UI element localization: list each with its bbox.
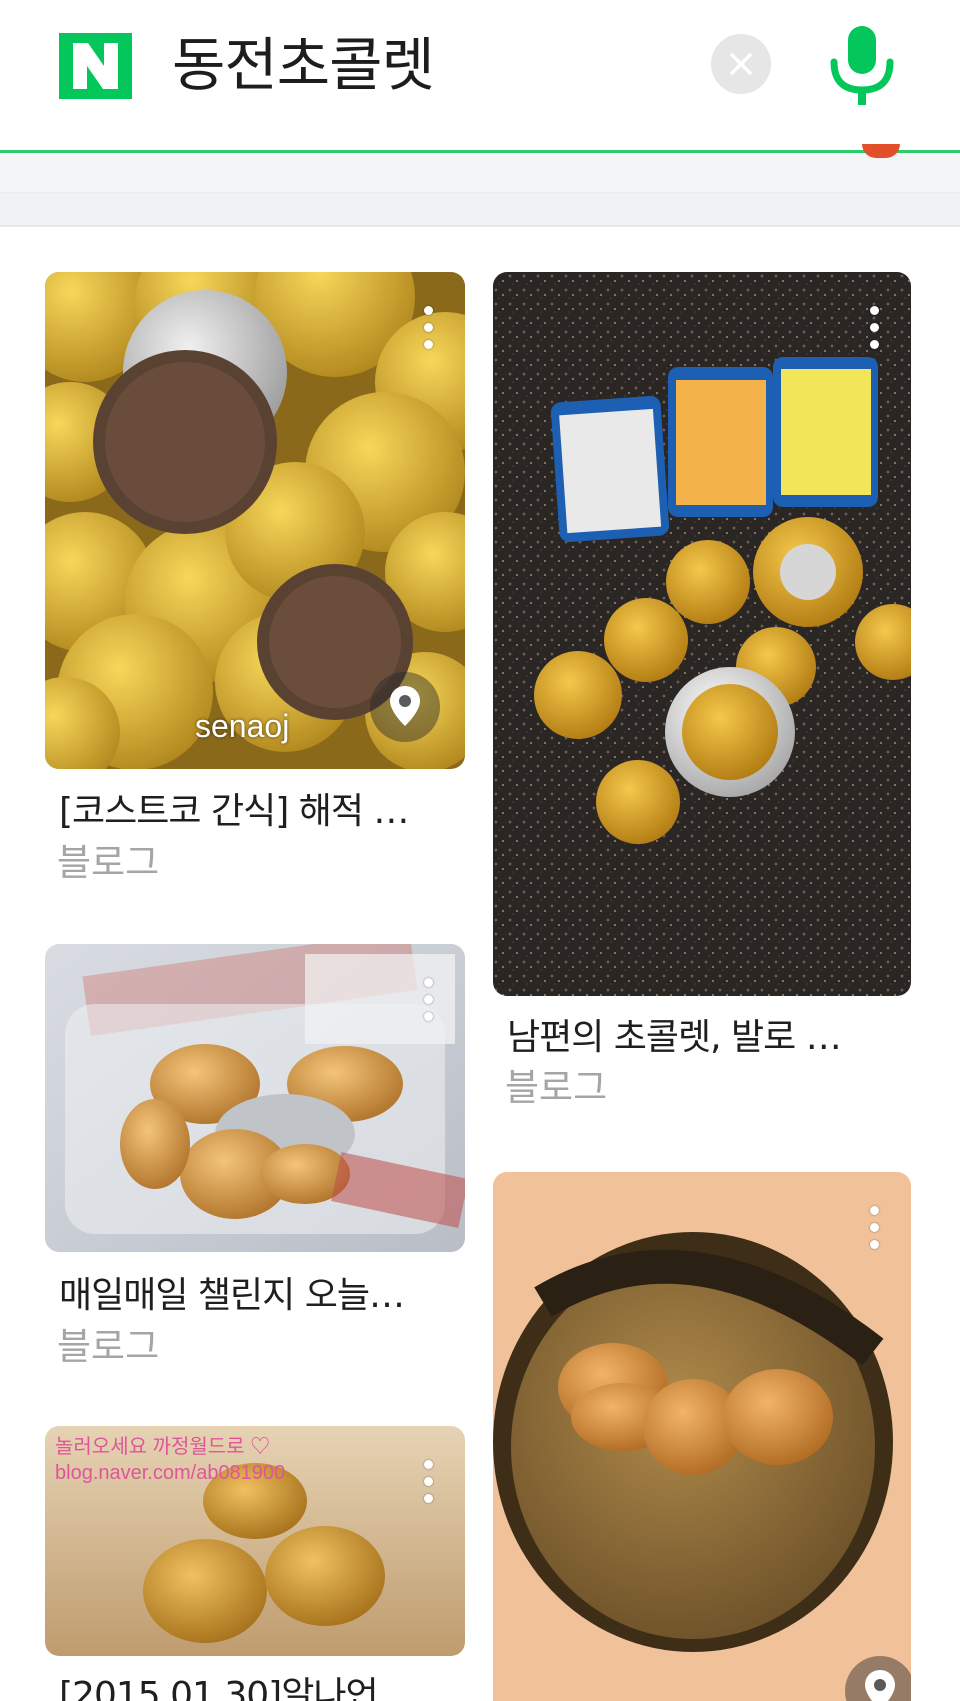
clear-search-button[interactable] <box>711 34 771 94</box>
result-card[interactable]: 남편의 초콜렛, 발로 … 블로그 <box>493 272 911 1109</box>
result-title[interactable]: 매일매일 챌린지 오늘… <box>59 1266 459 1318</box>
result-source: 블로그 <box>505 1066 608 1109</box>
coin-jar-photo <box>45 944 465 1252</box>
more-options-button[interactable] <box>421 306 435 354</box>
result-thumbnail[interactable] <box>493 1172 911 1701</box>
more-options-button[interactable] <box>867 306 881 354</box>
location-button[interactable] <box>370 672 440 742</box>
search-header: 동전초콜렛 <box>0 0 960 153</box>
result-card[interactable]: 매일매일 챌린지 오늘… 블로그 <box>45 944 465 1368</box>
search-input[interactable]: 동전초콜렛 <box>172 22 435 108</box>
result-source: 블로그 <box>57 841 160 884</box>
result-card[interactable] <box>493 1172 911 1701</box>
more-options-button[interactable] <box>867 1206 881 1254</box>
result-title[interactable]: [2015.01.30]알나언… <box>59 1666 459 1701</box>
result-source: 블로그 <box>57 1325 160 1368</box>
filter-strip <box>0 153 960 193</box>
image-watermark: 놀러오세요 까정월드로 ♡ blog.naver.com/ab081900 <box>55 1436 286 1484</box>
result-thumbnail[interactable]: senaoj <box>45 272 465 769</box>
result-card[interactable]: senaoj [코스트코 간식] 해적 … 블로그 <box>45 272 465 884</box>
more-options-button[interactable] <box>421 1460 435 1508</box>
naver-logo-icon[interactable] <box>59 33 132 99</box>
location-pin-icon <box>865 1670 895 1701</box>
result-title[interactable]: [코스트코 간식] 해적 … <box>59 782 459 834</box>
result-thumbnail[interactable] <box>45 944 465 1252</box>
pocket-change-tray-photo <box>493 1172 911 1701</box>
result-thumbnail[interactable] <box>493 272 911 996</box>
microphone-icon[interactable] <box>826 22 898 108</box>
image-watermark: senaoj <box>195 708 290 744</box>
result-card[interactable]: 놀러오세요 까정월드로 ♡ blog.naver.com/ab081900 [2… <box>45 1426 465 1701</box>
result-title[interactable]: 남편의 초콜렛, 발로 … <box>507 1008 907 1060</box>
section-divider <box>0 193 960 227</box>
euro-chocolates-photo <box>493 272 911 996</box>
close-icon <box>730 53 752 75</box>
result-thumbnail[interactable]: 놀러오세요 까정월드로 ♡ blog.naver.com/ab081900 <box>45 1426 465 1656</box>
more-options-button[interactable] <box>421 978 435 1026</box>
location-pin-icon <box>390 686 420 726</box>
